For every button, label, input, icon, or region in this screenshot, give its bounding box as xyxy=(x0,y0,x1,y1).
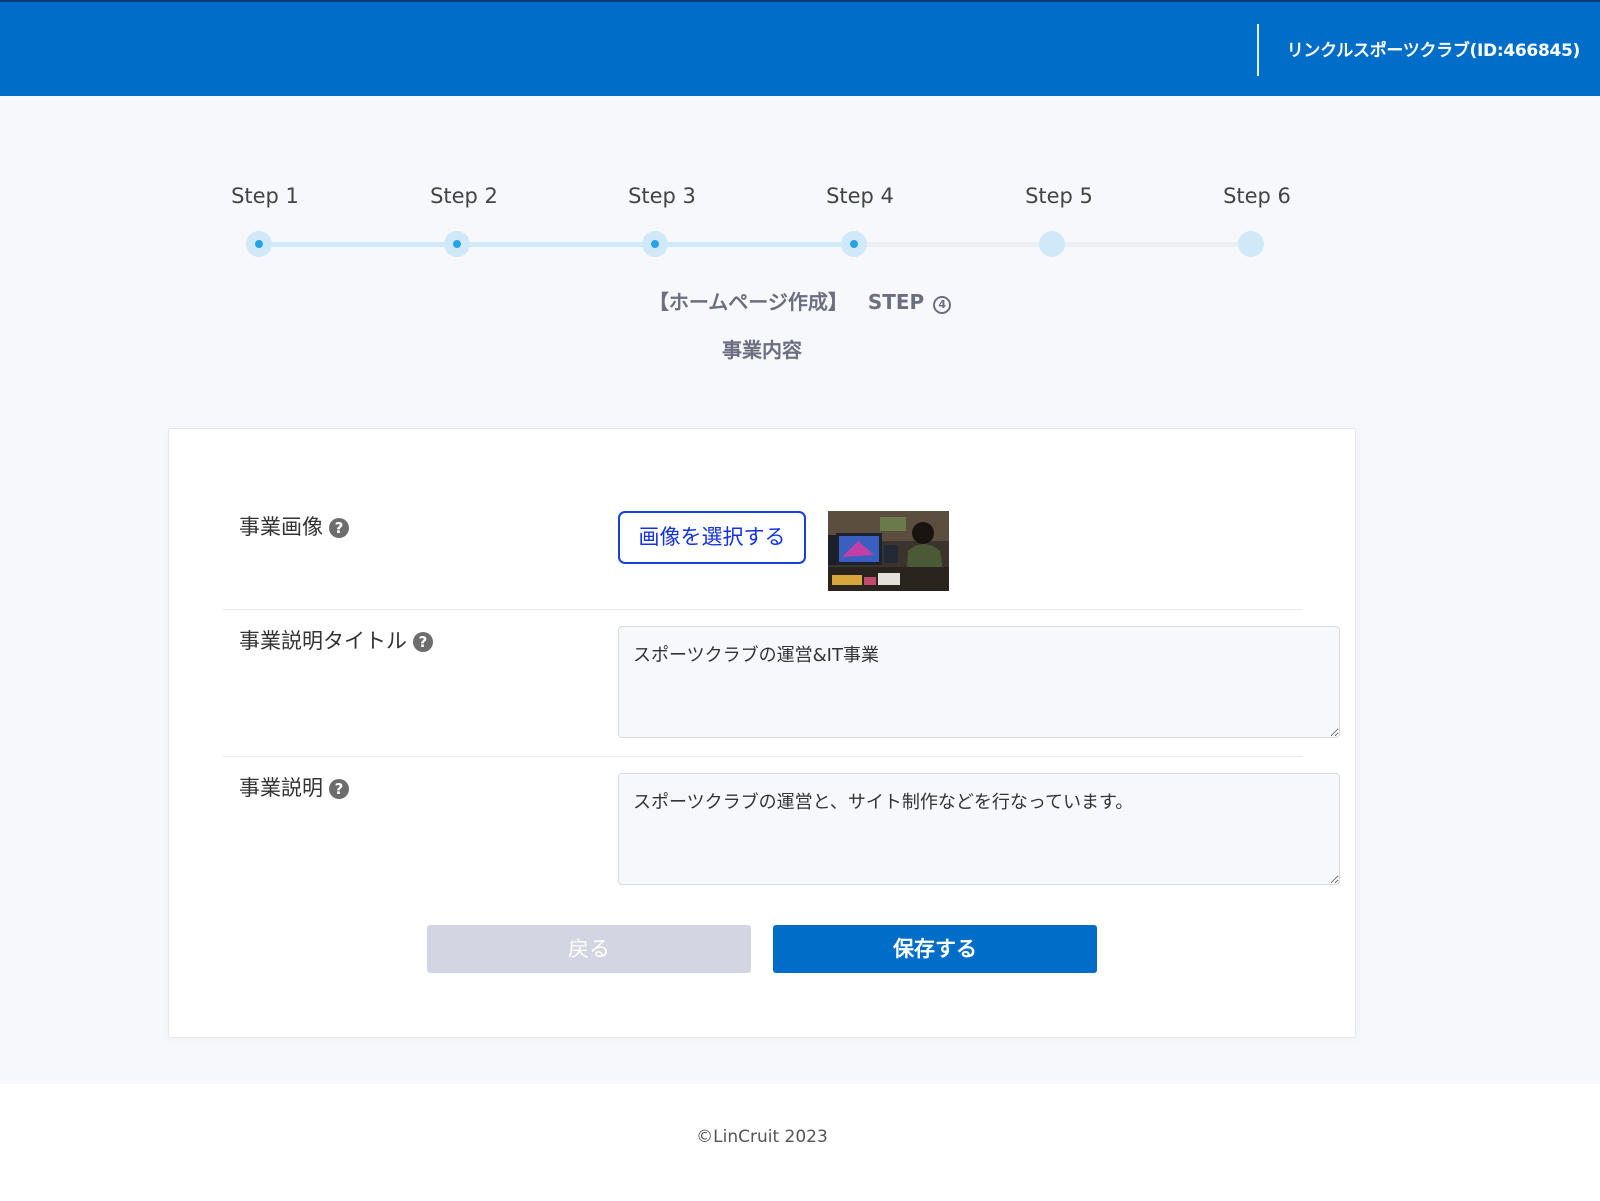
business-description-textarea[interactable] xyxy=(618,773,1340,885)
business-title-row: 事業説明タイトル? xyxy=(223,610,1340,755)
step-number-badge: 4 xyxy=(933,296,952,314)
step-track-completed xyxy=(259,242,855,247)
step-dot-2[interactable] xyxy=(444,231,470,257)
step-label-4: Step 4 xyxy=(826,184,894,208)
business-description-row: 事業説明? xyxy=(223,757,1340,897)
page-step-tag: STEP xyxy=(867,290,925,314)
step-label-3: Step 3 xyxy=(628,184,696,208)
footer: ©LinCruit 2023 xyxy=(0,1084,1600,1201)
step-label-2: Step 2 xyxy=(430,184,498,208)
business-description-label-text: 事業説明 xyxy=(239,776,323,800)
business-description-label: 事業説明? xyxy=(239,772,349,802)
step-dot-5[interactable] xyxy=(1039,231,1065,257)
step-dot-6[interactable] xyxy=(1238,231,1264,257)
progress-stepper: Step 1 Step 2 Step 3 Step 4 Step 5 Step … xyxy=(0,0,1600,400)
question-circle-icon[interactable]: ? xyxy=(413,632,433,652)
page-subheading: 事業内容 xyxy=(722,338,802,362)
business-title-label-text: 事業説明タイトル xyxy=(239,629,407,653)
page-heading: 【ホームページ作成】 STEP 4 xyxy=(0,286,1600,315)
step-label-6: Step 6 xyxy=(1223,184,1291,208)
copyright-text: ©LinCruit 2023 xyxy=(696,1127,828,1147)
question-circle-icon[interactable]: ? xyxy=(329,779,349,799)
step-label-5: Step 5 xyxy=(1025,184,1093,208)
select-image-button[interactable]: 画像を選択する xyxy=(618,511,806,564)
step-dot-1[interactable] xyxy=(246,231,272,257)
business-title-textarea[interactable] xyxy=(618,626,1340,738)
business-title-label: 事業説明タイトル? xyxy=(239,625,433,655)
form-card: 事業画像? 画像を選択する 事業説明タイトル ? スポーツクラブの運営&IT事業… xyxy=(168,428,1356,1038)
page-heading-text: 【ホームページ作成】 xyxy=(648,290,848,314)
step-dot-4[interactable] xyxy=(841,231,867,257)
business-image-label: 事業画像? xyxy=(239,511,349,541)
question-circle-icon[interactable]: ? xyxy=(329,518,349,538)
step-dot-3[interactable] xyxy=(642,231,668,257)
save-button[interactable]: 保存する xyxy=(773,925,1097,973)
business-image-thumbnail xyxy=(828,511,949,591)
thumbnail-photo xyxy=(828,511,949,591)
step-label-1: Step 1 xyxy=(231,184,299,208)
business-image-row: 事業画像? 画像を選択する xyxy=(223,429,1303,609)
business-image-label-text: 事業画像 xyxy=(239,515,323,539)
back-button[interactable]: 戻る xyxy=(427,925,751,973)
